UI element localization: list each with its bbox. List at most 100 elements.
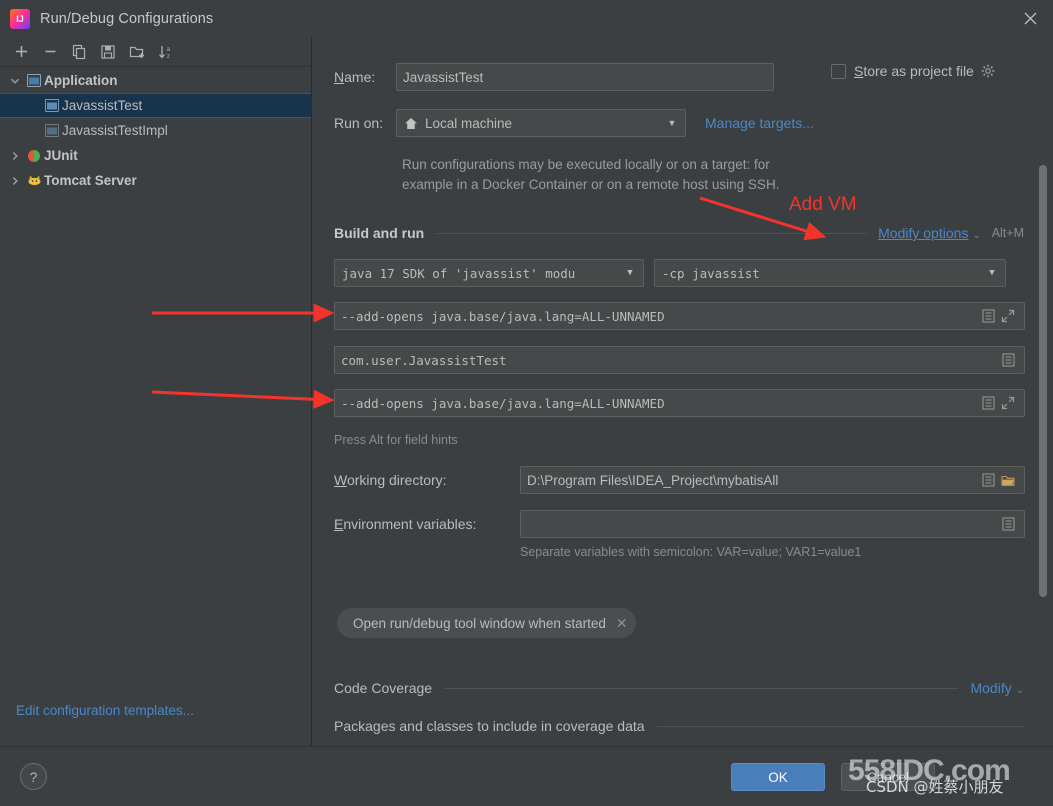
tree-item-application[interactable]: Application (0, 68, 311, 93)
macro-list-icon[interactable] (978, 396, 998, 410)
tree-item-label: JUnit (44, 148, 78, 163)
run-debug-configurations-dialog: Run/Debug Configurations (0, 0, 1053, 806)
macro-list-icon[interactable] (978, 309, 998, 323)
chevron-down-icon: ⌄ (1015, 685, 1024, 696)
gear-icon[interactable] (981, 64, 996, 79)
environment-variables-row: Environment variables: (334, 510, 1025, 538)
tree-item-javassisttest[interactable]: JavassistTest (0, 93, 311, 118)
tree-toolbar: a z (0, 37, 311, 67)
classpath-value: -cp javassist (662, 265, 760, 281)
environment-variables-input[interactable] (520, 510, 1025, 538)
vm-options-input[interactable]: --add-opens java.base/java.lang=ALL-UNNA… (334, 302, 1025, 330)
chevron-down-icon: ⌄ (972, 230, 981, 241)
chevron-right-icon[interactable] (6, 151, 24, 161)
configurations-panel: a z Application JavassistTest JavassistT… (0, 37, 312, 746)
jre-dropdown[interactable]: java 17 SDK of 'javassist' modu ▼ (334, 259, 644, 287)
run-on-description-line2: example in a Docker Container or on a re… (402, 177, 780, 192)
tree-item-javassisttestimpl[interactable]: JavassistTestImpl (0, 118, 311, 143)
build-and-run-title: Build and run (334, 225, 425, 241)
name-label: Name: (334, 69, 376, 85)
application-icon (42, 124, 62, 137)
tree-item-label: JavassistTestImpl (62, 123, 168, 138)
application-icon (42, 99, 62, 112)
home-icon (404, 117, 418, 130)
macro-list-icon[interactable] (978, 473, 998, 487)
build-and-run-header: Build and run Modify options ⌄ Alt+M (334, 225, 1024, 241)
run-on-row: Run on: Local machine ▼ Manage targets..… (334, 109, 1034, 137)
ok-button[interactable]: OK (731, 763, 825, 791)
section-divider (444, 687, 959, 689)
jre-classpath-row: java 17 SDK of 'javassist' modu ▼ -cp ja… (334, 259, 1006, 287)
folder-browse-icon[interactable] (998, 474, 1018, 487)
close-icon[interactable]: ✕ (616, 615, 628, 632)
svg-text:z: z (166, 53, 170, 60)
name-input[interactable]: JavassistTest (396, 63, 774, 91)
run-on-description: Run configurations may be executed local… (402, 155, 962, 195)
intellij-idea-icon (10, 8, 30, 29)
classpath-dropdown[interactable]: -cp javassist ▼ (654, 259, 1006, 287)
tree-item-label: Application (44, 73, 118, 88)
modify-options-shortcut: Alt+M (991, 226, 1024, 240)
code-coverage-modify-label: Modify (970, 680, 1012, 696)
environment-variables-hint: Separate variables with semicolon: VAR=v… (520, 545, 862, 559)
chevron-down-icon[interactable]: ▼ (983, 268, 1001, 278)
open-tool-window-chip[interactable]: Open run/debug tool window when started … (337, 608, 636, 638)
junit-icon (24, 149, 44, 163)
coverage-packages-header: Packages and classes to include in cover… (334, 718, 1024, 734)
edit-configuration-templates-link[interactable]: Edit configuration templates... (16, 703, 194, 718)
coverage-packages-title: Packages and classes to include in cover… (334, 718, 645, 734)
run-on-description-line1: Run configurations may be executed local… (402, 157, 770, 172)
macro-list-icon[interactable] (998, 517, 1018, 531)
store-as-project-file-row: Store as project file (831, 63, 996, 79)
move-to-folder-button[interactable] (124, 40, 150, 64)
section-divider (436, 232, 867, 234)
help-button[interactable]: ? (20, 763, 47, 790)
section-divider (656, 725, 1024, 727)
modify-options-label: Modify options (878, 225, 969, 241)
chevron-down-icon[interactable]: ▼ (621, 268, 639, 278)
chevron-down-icon[interactable] (6, 76, 24, 86)
form-scrollbar[interactable] (1039, 165, 1047, 597)
dialog-title: Run/Debug Configurations (40, 10, 214, 27)
close-icon[interactable] (1007, 0, 1053, 37)
add-configuration-button[interactable] (8, 40, 34, 64)
remove-configuration-button[interactable] (37, 40, 63, 64)
author-watermark: CSDN @姓蔡小朋友 (866, 778, 1004, 796)
environment-variables-label: Environment variables: (334, 516, 477, 532)
save-configuration-button[interactable] (95, 40, 121, 64)
working-directory-input[interactable]: D:\Program Files\IDEA_Project\mybatisAll (520, 466, 1025, 494)
chip-label: Open run/debug tool window when started (353, 615, 606, 631)
main-class-value: com.user.JavassistTest (341, 352, 507, 368)
expand-editor-icon[interactable] (998, 396, 1018, 410)
tree-item-tomcat-server[interactable]: Tomcat Server (0, 168, 311, 193)
expand-editor-icon[interactable] (998, 309, 1018, 323)
svg-text:a: a (166, 46, 170, 53)
modify-options-link[interactable]: Modify options ⌄ (878, 225, 981, 241)
tree-item-label: Tomcat Server (44, 173, 137, 188)
run-on-dropdown[interactable]: Local machine ▼ (396, 109, 686, 137)
store-as-project-file-label: Store as project file (854, 63, 974, 79)
main-class-input[interactable]: com.user.JavassistTest (334, 346, 1025, 374)
tomcat-icon (24, 174, 44, 187)
program-arguments-input[interactable]: --add-opens java.base/java.lang=ALL-UNNA… (334, 389, 1025, 417)
tree-item-label: JavassistTest (62, 98, 143, 113)
chevron-down-icon[interactable]: ▼ (663, 118, 681, 128)
working-directory-row: Working directory: D:\Program Files\IDEA… (334, 466, 1025, 494)
name-input-value: JavassistTest (403, 69, 484, 85)
manage-targets-link[interactable]: Manage targets... (705, 115, 814, 131)
code-coverage-modify-link[interactable]: Modify ⌄ (970, 680, 1024, 696)
copy-configuration-button[interactable] (66, 40, 92, 64)
chevron-right-icon[interactable] (6, 176, 24, 186)
configuration-form-panel: Name: JavassistTest Store as project fil… (313, 37, 1053, 746)
store-as-project-file-checkbox[interactable] (831, 63, 846, 79)
tree-item-junit[interactable]: JUnit (0, 143, 311, 168)
program-arguments-value: --add-opens java.base/java.lang=ALL-UNNA… (341, 395, 665, 411)
working-directory-label: Working directory: (334, 472, 447, 488)
configurations-tree: Application JavassistTest JavassistTestI… (0, 67, 311, 193)
working-directory-value: D:\Program Files\IDEA_Project\mybatisAll (527, 472, 779, 488)
macro-list-icon[interactable] (998, 353, 1018, 367)
field-hints-text: Press Alt for field hints (334, 433, 458, 447)
code-coverage-header: Code Coverage Modify ⌄ (334, 680, 1024, 696)
sort-configurations-button[interactable]: a z (153, 40, 179, 64)
code-coverage-title: Code Coverage (334, 680, 433, 696)
